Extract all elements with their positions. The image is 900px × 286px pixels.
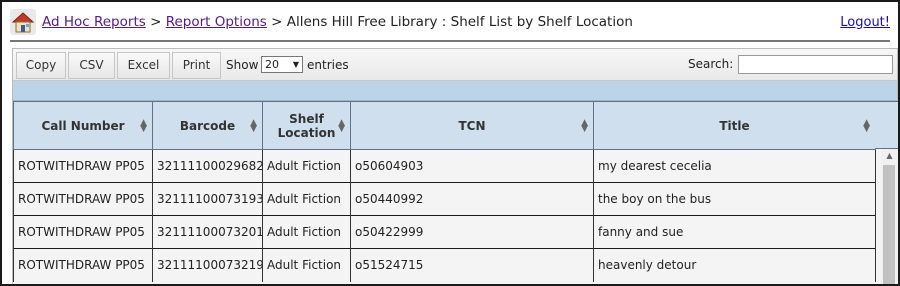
entries-select-value: 20: [265, 58, 279, 71]
table-row: ROTWITHDRAW PP05 32111100073219 Adult Fi…: [13, 248, 876, 282]
page-title: Allens Hill Free Library : Shelf List by…: [286, 14, 633, 30]
cell-tcn: o51524715: [350, 248, 594, 282]
search-input[interactable]: [738, 55, 893, 74]
header-scroll-spacer: [875, 101, 898, 149]
entries-select[interactable]: 20 ▼: [261, 56, 303, 73]
scrollbar-thumb[interactable]: [883, 165, 895, 284]
column-header-shelf-location[interactable]: Shelf Location ▲ ▼: [262, 101, 351, 150]
breadcrumb-separator: >: [266, 14, 287, 30]
sort-icon: ▲ ▼: [338, 118, 345, 134]
cell-title: heavenly detour: [593, 248, 876, 282]
shelf-list-table: Call Number ▲ ▼ Barcode ▲ ▼ Shelf Location ▲ ▼…: [13, 101, 876, 282]
cell-tcn: o50440992: [350, 182, 594, 216]
scroll-up-icon[interactable]: ▲: [881, 151, 898, 163]
cell-title: the boy on the bus: [593, 182, 876, 216]
sort-icon: ▲ ▼: [250, 118, 257, 134]
csv-button[interactable]: CSV: [68, 52, 115, 79]
cell-shelf-location: Adult Fiction: [262, 182, 351, 216]
table-toolbar: Copy CSV Excel Print Show 20 ▼ entries S…: [13, 49, 897, 81]
table-row: ROTWITHDRAW PP05 32111100073193 Adult Fi…: [13, 182, 876, 216]
print-button[interactable]: Print: [172, 52, 221, 79]
cell-shelf-location: Adult Fiction: [262, 248, 351, 282]
breadcrumb: Ad Hoc Reports > Report Options > Allens…: [42, 14, 633, 30]
column-header-call-number[interactable]: Call Number ▲ ▼: [13, 101, 153, 150]
home-icon[interactable]: [10, 9, 36, 35]
sort-icon: ▲ ▼: [140, 118, 147, 134]
cell-call-number: ROTWITHDRAW PP05: [13, 182, 153, 216]
column-header-barcode[interactable]: Barcode ▲ ▼: [152, 101, 263, 150]
logout-link[interactable]: Logout!: [840, 15, 890, 30]
breadcrumb-ad-hoc-reports[interactable]: Ad Hoc Reports: [42, 14, 146, 30]
column-header-title[interactable]: Title ▲ ▼: [593, 101, 876, 150]
cell-call-number: ROTWITHDRAW PP05: [13, 215, 153, 249]
cell-title: my dearest cecelia: [593, 149, 876, 183]
table-scrollbar[interactable]: ▲: [881, 149, 898, 284]
cell-call-number: ROTWITHDRAW PP05: [13, 149, 153, 183]
cell-barcode: 32111100073193: [152, 182, 263, 216]
cell-barcode: 32111100073219: [152, 248, 263, 282]
entries-label: entries: [307, 58, 349, 72]
table-row: ROTWITHDRAW PP05 32111100029682 Adult Fi…: [13, 149, 876, 183]
cell-tcn: o50604903: [350, 149, 594, 183]
table-row: ROTWITHDRAW PP05 32111100073201 Adult Fi…: [13, 215, 876, 249]
cell-call-number: ROTWITHDRAW PP05: [13, 248, 153, 282]
column-header-tcn[interactable]: TCN ▲ ▼: [350, 101, 594, 150]
breadcrumb-separator: >: [145, 14, 166, 30]
chevron-down-icon: ▼: [292, 60, 299, 69]
report-table-panel: Copy CSV Excel Print Show 20 ▼ entries S…: [12, 48, 898, 284]
header-divider: [10, 40, 890, 42]
show-label: Show: [226, 58, 259, 72]
cell-barcode: 32111100073201: [152, 215, 263, 249]
cell-title: fanny and sue: [593, 215, 876, 249]
copy-button[interactable]: Copy: [16, 52, 66, 79]
cell-shelf-location: Adult Fiction: [262, 149, 351, 183]
sort-icon: ▲ ▼: [581, 118, 588, 134]
cell-shelf-location: Adult Fiction: [262, 215, 351, 249]
table-header-row: Call Number ▲ ▼ Barcode ▲ ▼ Shelf Location ▲ ▼…: [13, 101, 876, 150]
cell-tcn: o50422999: [350, 215, 594, 249]
app-window: Ad Hoc Reports > Report Options > Allens…: [0, 0, 900, 286]
breadcrumb-report-options[interactable]: Report Options: [166, 14, 267, 30]
cell-barcode: 32111100029682: [152, 149, 263, 183]
search-label: Search:: [688, 57, 734, 71]
excel-button[interactable]: Excel: [117, 52, 170, 79]
sort-icon: ▲ ▼: [863, 118, 870, 134]
table-top-band: [13, 81, 897, 101]
page-header: Ad Hoc Reports > Report Options > Allens…: [10, 8, 890, 36]
